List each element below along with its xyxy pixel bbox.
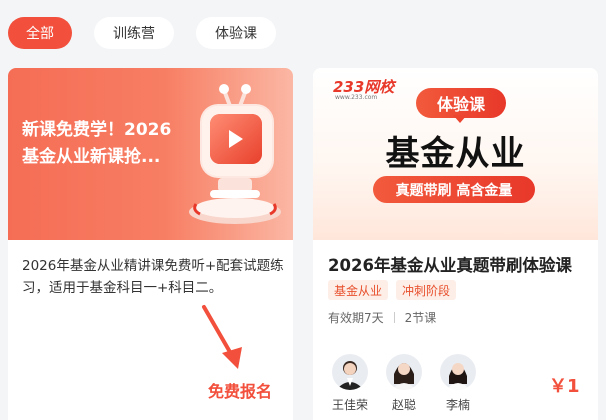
banner-pill: 体验课 [416,88,506,118]
pill-tail [453,115,467,123]
divider [393,312,395,323]
avatar [332,354,368,390]
lesson-count: 2节课 [404,311,437,325]
course-description: 2026年基金从业精讲课免费听+配套试题练习，适用于基金科目一+科目二。 [22,258,284,296]
banner-title: 新课免费学！2026基金从业新课抢... [22,120,172,167]
price: ￥1 [549,376,580,397]
course-banner: 233网校 www.233.com 体验课 基金从业 真题带刷 高含金量 [313,68,598,240]
tag: 冲刺阶段 [396,280,457,300]
teacher-item[interactable]: 赵聪 [384,354,424,413]
course-meta: 有效期7天 2节课 [328,309,436,326]
teacher-item[interactable]: 王佳荣 [330,354,370,413]
teacher-item[interactable]: 李楠 [438,354,478,413]
course-title[interactable]: 2026年基金从业真题带刷体验课 [328,252,572,276]
course-card-free-signup[interactable]: 新课免费学！2026基金从业新课抢... 2026年基金从业精讲课免费听+配套试… [8,68,293,420]
course-card-trial[interactable]: 233网校 www.233.com 体验课 基金从业 真题带刷 高含金量 202… [313,68,598,420]
free-signup-button[interactable]: 免费报名 [208,378,272,402]
tab-training-camp[interactable]: 训练营 [94,17,174,49]
teacher-name: 李楠 [445,398,470,412]
tag: 基金从业 [328,280,389,300]
course-banner: 新课免费学！2026基金从业新课抢... [8,68,293,240]
tab-all[interactable]: 全部 [8,17,72,49]
validity-text: 有效期7天 [328,311,384,325]
tab-trial-course[interactable]: 体验课 [196,17,276,49]
course-tags: 基金从业 冲刺阶段 [328,280,457,300]
tv-illustration [180,80,290,230]
category-tabs: 全部 训练营 体验课 [8,17,276,49]
arrow-pointer-icon [202,305,242,369]
banner-heading: 基金从业 [385,134,526,174]
teacher-name: 王佳荣 [331,398,368,412]
banner-subtitle: 真题带刷 高含金量 [373,176,535,203]
teacher-name: 赵聪 [391,398,416,412]
teacher-list: 王佳荣 赵聪 李楠 [330,354,478,413]
avatar [386,354,422,390]
brand-logo-url: www.233.com [335,94,378,101]
avatar [440,354,476,390]
